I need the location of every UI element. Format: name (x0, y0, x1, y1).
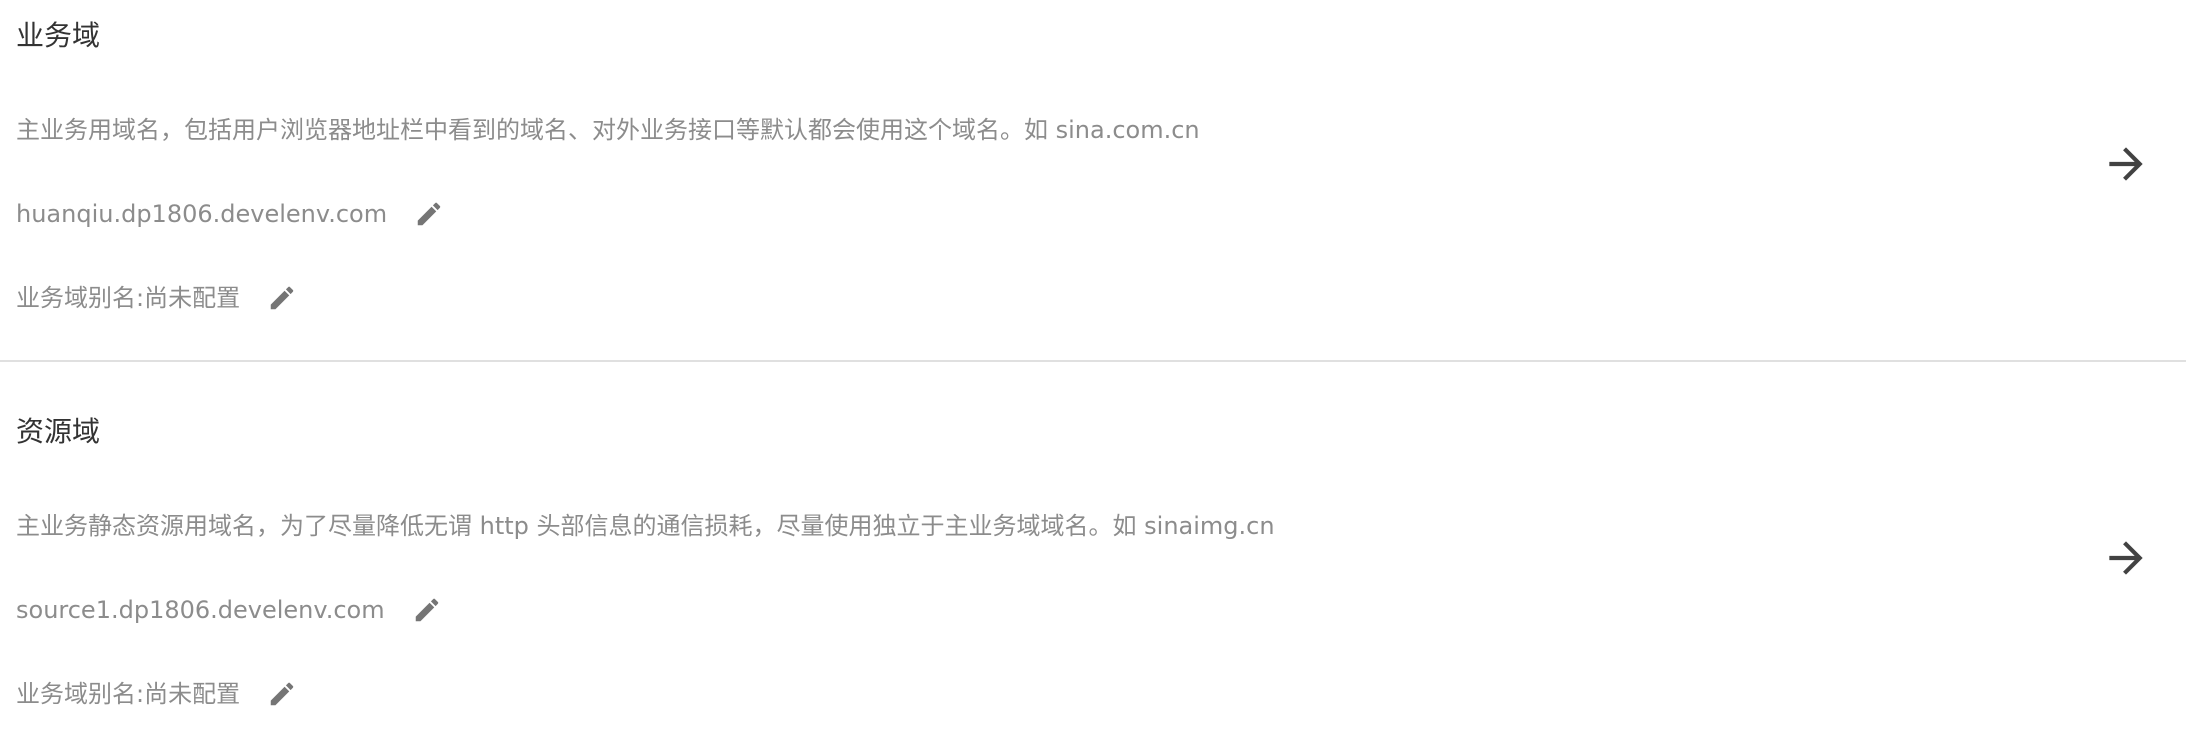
edit-alias-button[interactable] (264, 676, 300, 712)
pencil-icon (270, 682, 294, 706)
resource-domain-section: 资源域 主业务静态资源用域名，为了尽量降低无谓 http 头部信息的通信损耗，尽… (0, 362, 2186, 748)
section-description: 主业务用域名，包括用户浏览器地址栏中看到的域名、对外业务接口等默认都会使用这个域… (16, 116, 1200, 144)
pencil-icon (415, 598, 438, 622)
section-title: 业务域 (16, 19, 101, 52)
domain-row: source1.dp1806.develenv.com (16, 592, 445, 628)
pencil-icon (270, 286, 294, 310)
arrow-right-icon (2109, 541, 2143, 575)
edit-alias-button[interactable] (264, 280, 300, 316)
edit-domain-button[interactable] (409, 592, 445, 628)
domain-row: huanqiu.dp1806.develenv.com (16, 196, 447, 232)
alias-row: 业务域别名:尚未配置 (16, 280, 300, 316)
edit-domain-button[interactable] (411, 196, 447, 232)
section-title: 资源域 (16, 415, 101, 448)
pencil-icon (417, 202, 441, 226)
domain-value: source1.dp1806.develenv.com (16, 596, 385, 624)
open-resource-domain-button[interactable] (2098, 530, 2154, 586)
domain-value: huanqiu.dp1806.develenv.com (16, 200, 388, 228)
open-business-domain-button[interactable] (2098, 136, 2154, 192)
business-domain-section: 业务域 主业务用域名，包括用户浏览器地址栏中看到的域名、对外业务接口等默认都会使… (0, 0, 2186, 362)
alias-value: 业务域别名:尚未配置 (16, 680, 241, 708)
arrow-right-icon (2109, 147, 2143, 181)
alias-value: 业务域别名:尚未配置 (16, 284, 241, 312)
section-description: 主业务静态资源用域名，为了尽量降低无谓 http 头部信息的通信损耗，尽量使用独… (16, 512, 1275, 540)
alias-row: 业务域别名:尚未配置 (16, 676, 300, 712)
